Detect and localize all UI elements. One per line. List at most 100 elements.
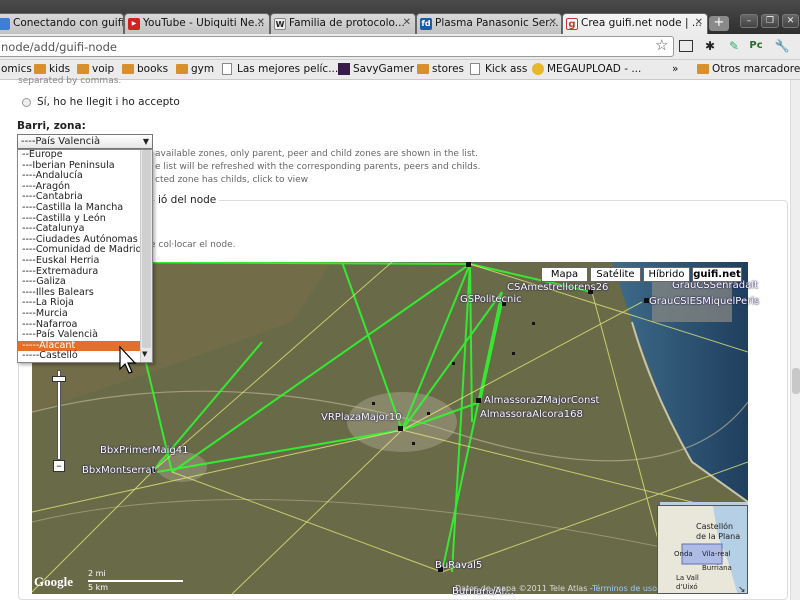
bookmark-folder-stores[interactable]: stores [417, 63, 464, 75]
minimap-label: de la Plana [696, 532, 741, 541]
zoom-slider-track[interactable] [57, 370, 61, 460]
tab-close-icon[interactable]: ✕ [403, 17, 411, 28]
zoom-slider-handle[interactable] [52, 376, 66, 382]
folder-icon [77, 64, 89, 74]
zone-label: Barri, zona: [17, 120, 86, 132]
zone-options: --Europe ---Iberian Peninsula ----Andalucí… [18, 150, 152, 362]
megaupload-icon [532, 63, 544, 75]
fieldset-title: ió del node [155, 194, 220, 206]
accept-terms-radio[interactable] [22, 98, 31, 107]
google-logo: Google [34, 574, 73, 589]
map-terms-link[interactable]: Términos de uso [592, 584, 657, 593]
tab-crea-guifi-node[interactable]: g Crea guifi.net node | ... ✕ [562, 13, 708, 35]
zone-select[interactable]: ----País Valencià ▼ [17, 134, 153, 149]
minimize-button[interactable]: – [740, 14, 758, 28]
zone-note-1: available zones, only parent, peer and c… [155, 149, 478, 159]
tab-close-icon[interactable]: ✕ [695, 17, 703, 28]
overview-minimap[interactable]: Castellón de la Plana Onda Vila-real Bur… [657, 505, 748, 594]
bookmark-savygamer[interactable]: SavyGamer [338, 63, 414, 75]
scale-km: 5 km [88, 583, 109, 592]
truncated-help-text: separated by commas. [18, 76, 122, 86]
scale-miles: 2 mi [88, 569, 106, 578]
scroll-down-arrow-icon[interactable]: ▼ [142, 350, 147, 358]
map-node-label[interactable]: CSAmestrellorens26 [507, 282, 608, 293]
map-node-label[interactable]: AlmassoraZMajorConst [484, 395, 599, 406]
dropdown-scrollbar[interactable]: ▼ [140, 150, 152, 362]
mouse-cursor-icon [119, 345, 137, 374]
map-node-label[interactable]: AlmassoraAlcora168 [480, 409, 583, 420]
tab-wikipedia[interactable]: W Familia de protocolo... ✕ [270, 13, 416, 34]
bookmark-item[interactable]: omics [0, 63, 32, 75]
tab-close-icon[interactable]: ✕ [257, 17, 265, 28]
map-type-satelite[interactable]: Satélite [590, 267, 641, 282]
pc-extension-icon[interactable]: Pc [748, 38, 764, 54]
folder-icon [176, 64, 188, 74]
folder-icon [122, 64, 134, 74]
tab-label: Familia de protocolo... [289, 17, 405, 29]
page-scrollbar[interactable] [790, 80, 800, 600]
zone-option[interactable]: --Europe [18, 150, 152, 161]
tab-plasma[interactable]: fd Plasma Panasonic Ser... ✕ [416, 13, 562, 34]
bookmark-folder-otros[interactable]: Otros marcadores [697, 63, 800, 75]
bookmark-folder-voip[interactable]: voip [77, 63, 114, 75]
wikipedia-icon: W [274, 18, 286, 30]
guifi-favicon-icon [0, 18, 10, 30]
minimap-label: Burriana [702, 564, 732, 572]
page-icon [470, 63, 480, 75]
tab-strip: Conectando con guifi... ▶ YouTube - Ubiq… [0, 0, 800, 35]
bookmark-megaupload[interactable]: MEGAUPLOAD - ... [532, 63, 641, 75]
tab-label: Plasma Panasonic Ser... [435, 17, 559, 29]
tab-guifi-conectando[interactable]: Conectando con guifi... [0, 13, 124, 34]
map-node-label[interactable]: BbxPrimerMaig41 [100, 445, 188, 456]
pen-extension-icon[interactable]: ✎ [726, 38, 742, 54]
bookmarks-overflow-button[interactable]: » [672, 63, 678, 75]
bookmark-kick-ass[interactable]: Kick ass [470, 63, 527, 75]
zone-dropdown-list[interactable]: --Europe ---Iberian Peninsula ----Andalucí… [17, 149, 153, 363]
map-node-label[interactable]: GrauCSIESMiquelPeris [649, 296, 759, 307]
map-type-guifi[interactable]: guifi.net [692, 267, 742, 282]
wrench-icon[interactable]: 🔧 [774, 38, 790, 54]
address-bar[interactable]: node/add/guifi-node [0, 36, 674, 57]
page-icon [222, 63, 232, 75]
map-node-label[interactable]: BbxMontserrat [82, 465, 156, 476]
map-node-label[interactable]: GSPolitecnic [460, 294, 522, 305]
folder-icon [417, 64, 429, 74]
bookmark-las-mejores[interactable]: Las mejores pelíc... [222, 63, 338, 75]
dropdown-scroll-thumb[interactable] [142, 150, 151, 348]
tab-label: YouTube - Ubiquiti Ne... [143, 17, 265, 29]
tab-label: Crea guifi.net node | ... [581, 17, 702, 29]
zone-option[interactable]: ----Murcia [18, 308, 152, 320]
bookmark-folder-kids[interactable]: kids [34, 63, 70, 75]
bookmark-folder-books[interactable]: books [122, 63, 168, 75]
new-tab-button[interactable]: + [709, 16, 729, 31]
tab-close-icon[interactable]: ✕ [549, 17, 557, 28]
folder-icon [697, 64, 709, 74]
map-node-label[interactable]: BuRaval5 [435, 560, 482, 571]
zoom-out-button[interactable]: – [53, 460, 65, 472]
fd-favicon-icon: fd [420, 18, 432, 30]
folder-icon [34, 64, 46, 74]
restore-button[interactable]: ❐ [761, 14, 779, 28]
minimap-label: d'Uixó [676, 583, 698, 591]
map-node-label[interactable]: VRPlazaMajor10 [321, 412, 402, 423]
extension-card-icon[interactable] [679, 40, 693, 52]
tab-label: Conectando con guifi... [13, 17, 124, 29]
close-window-button[interactable]: ✕ [782, 14, 799, 28]
minimap-collapse-icon[interactable]: ↘ [738, 585, 746, 593]
page-scroll-thumb[interactable] [792, 368, 800, 394]
zone-option[interactable]: ----Castilla la Mancha [18, 202, 152, 214]
bookmark-star-icon[interactable]: ☆ [655, 36, 668, 54]
zone-note-2: e list will be refreshed with the corres… [155, 162, 481, 172]
minimap-label: La Vall [676, 574, 699, 582]
bug-extension-icon[interactable]: ✱ [702, 38, 718, 54]
tab-youtube[interactable]: ▶ YouTube - Ubiquiti Ne... ✕ [124, 13, 270, 34]
zone-option[interactable]: ----Euskal Herria [18, 255, 152, 267]
address-text: node/add/guifi-node [1, 40, 117, 54]
map-type-hibrido[interactable]: Híbrido [643, 267, 690, 282]
scale-bar [88, 580, 183, 582]
zone-note-3: cted zone has childs, click to view [155, 175, 309, 185]
map-type-mapa[interactable]: Mapa [541, 267, 588, 282]
bookmark-folder-gym[interactable]: gym [176, 63, 214, 75]
accept-terms-label: Sí, ho he llegit i ho accepto [37, 96, 180, 108]
minimap-label: Castellón [696, 522, 734, 531]
